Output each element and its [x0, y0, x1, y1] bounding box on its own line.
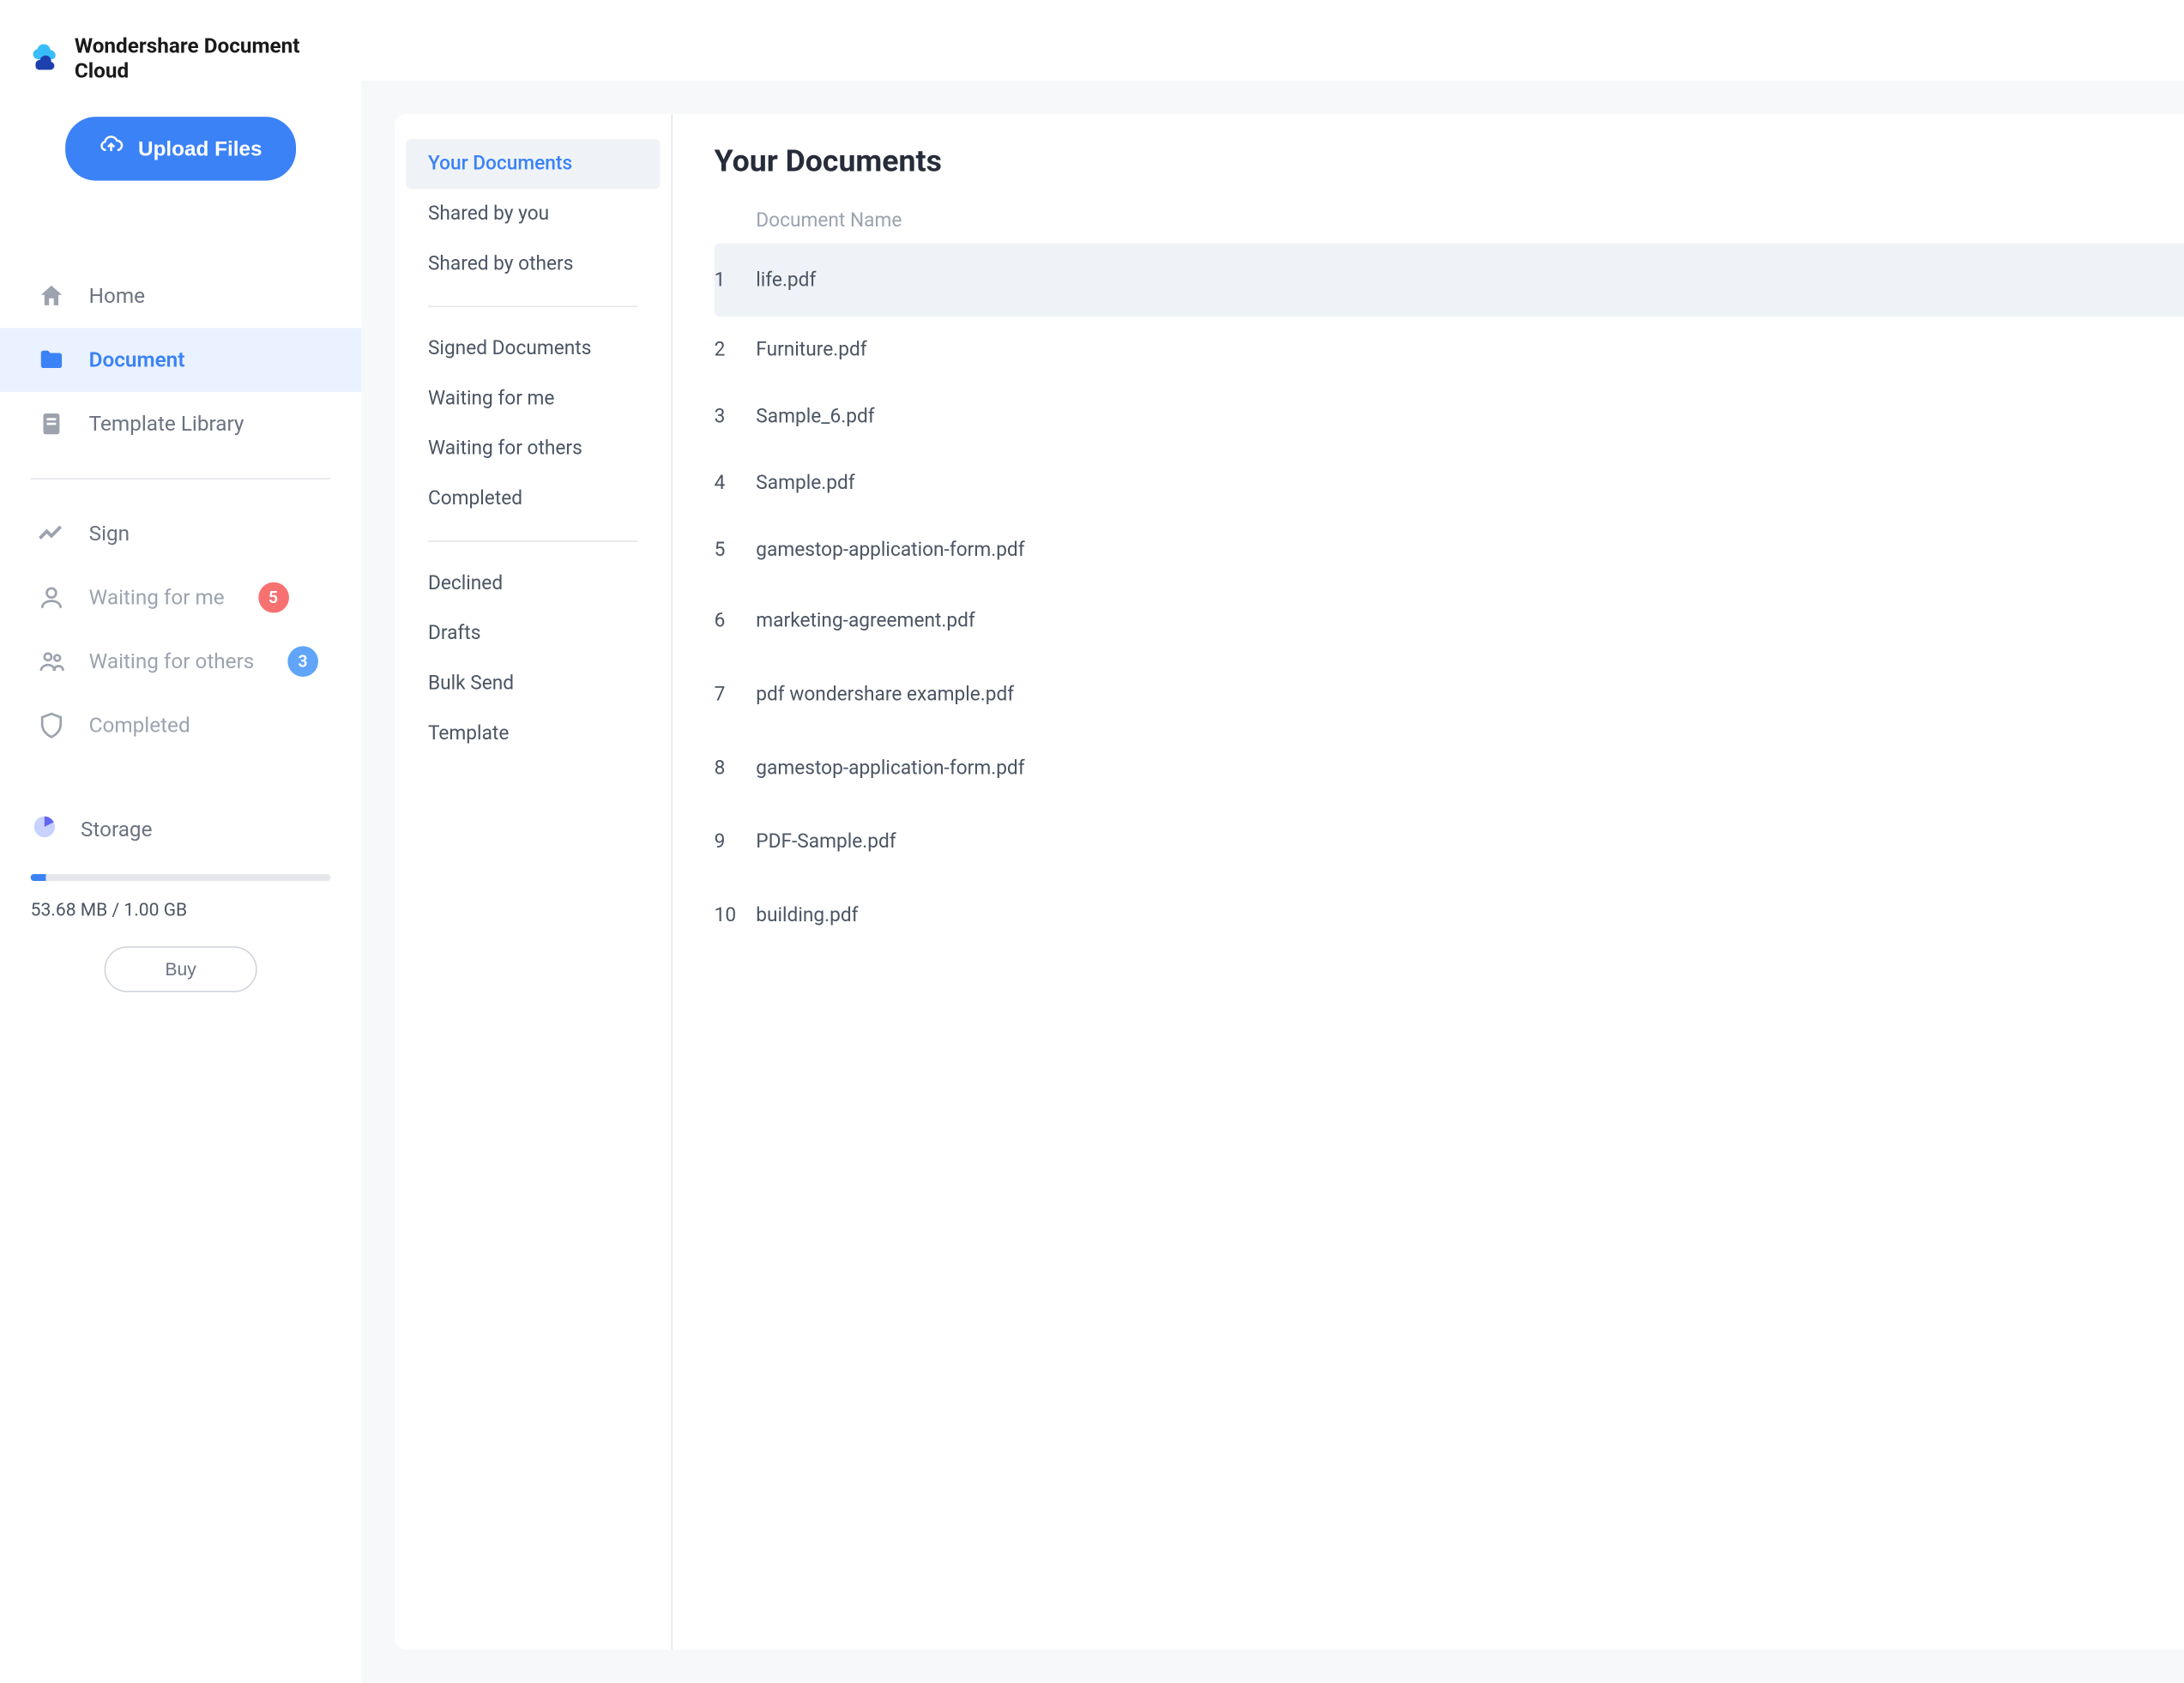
table-row[interactable]: 7pdf wondershare example.pdf2020-12-15 2… [715, 657, 2184, 731]
row-index: 5 [715, 540, 757, 562]
row-index: 4 [715, 473, 757, 495]
subnav-divider [428, 305, 638, 307]
folder-icon [36, 345, 67, 376]
row-name: pdf wondershare example.pdf [756, 683, 2184, 705]
nav-home-label: Home [89, 283, 145, 308]
topbar: Pricing ? [361, 0, 2184, 81]
table-row[interactable]: 2Furniture.pdf2021-06-23 15:10:282.63MB [715, 317, 2184, 383]
subnav-declined[interactable]: Declined [406, 558, 660, 608]
row-name: life.pdf [756, 268, 2184, 291]
template-icon [36, 408, 67, 439]
document-table: Your Documents Document Name Last Modifi… [673, 114, 2184, 1650]
table-row[interactable]: 4Sample.pdf2021-03-07 21:38:050.02MB [715, 450, 2184, 517]
row-name: marketing-agreement.pdf [756, 609, 2184, 631]
nav-waiting-others-label: Waiting for others [89, 649, 255, 674]
table-row[interactable]: 6marketing-agreement.pdf2021-01-01 00:17… [715, 583, 2184, 657]
buy-button[interactable]: Buy [105, 946, 257, 992]
row-index: 6 [715, 609, 757, 631]
table-row[interactable]: 10building.pdf2020-10-15 21:22:102.00MB•… [715, 878, 2184, 952]
nav-waiting-me-label: Waiting for me [89, 585, 225, 610]
brand-title: Wondershare Document Cloud [75, 33, 331, 83]
shield-icon [36, 710, 67, 741]
row-name: building.pdf [756, 904, 2184, 926]
nav-template-label: Template Library [89, 412, 244, 437]
storage-bar [31, 874, 331, 881]
document-subnav: Your Documents Shared by you Shared by o… [395, 114, 673, 1650]
waiting-me-badge: 5 [258, 582, 289, 613]
row-name: gamestop-application-form.pdf [756, 540, 2184, 562]
nav-home[interactable]: Home [0, 264, 361, 329]
row-index: 2 [715, 339, 757, 361]
nav-completed[interactable]: Completed [0, 693, 361, 757]
row-index: 10 [715, 904, 757, 926]
table-row[interactable]: 9PDF-Sample.pdf2020-10-20 15:03:274.73MB… [715, 805, 2184, 878]
row-index: 7 [715, 683, 757, 705]
subnav-template[interactable]: Template [406, 709, 660, 758]
row-index: 1 [715, 268, 757, 291]
row-name: PDF-Sample.pdf [756, 830, 2184, 853]
sign-icon [36, 518, 67, 549]
subnav-waiting-me[interactable]: Waiting for me [406, 374, 660, 424]
subnav-waiting-others[interactable]: Waiting for others [406, 424, 660, 474]
pager: Total 14 files, 1 pages ‹ 1 › 20 [715, 966, 2184, 1008]
table-row[interactable]: 1life.pdf2021-06-23 15:10:323.32MB••• [715, 244, 2184, 317]
subnav-shared-by-others[interactable]: Shared by others [406, 239, 660, 289]
subnav-drafts[interactable]: Drafts [406, 609, 660, 659]
brand-logo-icon [31, 42, 61, 75]
storage-section: Storage 53.68 MB / 1.00 GB Buy [0, 799, 361, 992]
table-row[interactable]: 5gamestop-application-form.pdf2021-01-01… [715, 517, 2184, 584]
waiting-others-badge: 3 [287, 646, 318, 677]
row-index: 8 [715, 757, 757, 779]
subnav-your-documents[interactable]: Your Documents [406, 139, 660, 189]
storage-label: Storage [81, 817, 153, 842]
table-row[interactable]: 3Sample_6.pdf2021-05-30 23:01:4133.39MB [715, 383, 2184, 450]
storage-icon [31, 813, 58, 847]
people-icon [36, 646, 67, 677]
nav-sign-label: Sign [89, 522, 130, 546]
subnav-divider [428, 540, 638, 542]
upload-icon [100, 134, 124, 165]
row-index: 3 [715, 406, 757, 428]
table-row[interactable]: 8gamestop-application-form.pdf2020-12-02… [715, 731, 2184, 805]
page-title: Your Documents [715, 144, 2184, 179]
col-document-name: Document Name [756, 210, 2184, 232]
subnav-signed[interactable]: Signed Documents [406, 323, 660, 373]
upload-files-button[interactable]: Upload Files [66, 117, 296, 181]
nav-sign[interactable]: Sign [0, 502, 361, 566]
nav-template[interactable]: Template Library [0, 392, 361, 456]
subnav-shared-by-you[interactable]: Shared by you [406, 189, 660, 238]
nav-completed-label: Completed [89, 713, 190, 738]
row-index: 9 [715, 830, 757, 853]
brand: Wondershare Document Cloud [0, 25, 361, 117]
nav-divider [31, 478, 331, 480]
table-header: Document Name Last Modified Size [715, 199, 2184, 244]
nav-waiting-others[interactable]: Waiting for others 3 [0, 630, 361, 694]
row-name: Furniture.pdf [756, 339, 2184, 361]
upload-label: Upload Files [138, 137, 262, 161]
home-icon [36, 280, 67, 311]
main-sidebar: Wondershare Document Cloud Upload Files … [0, 0, 361, 1683]
row-name: gamestop-application-form.pdf [756, 757, 2184, 779]
nav-document[interactable]: Document [0, 328, 361, 392]
nav-document-label: Document [89, 347, 185, 372]
subnav-completed[interactable]: Completed [406, 474, 660, 523]
row-name: Sample.pdf [756, 473, 2184, 495]
nav-waiting-me[interactable]: Waiting for me 5 [0, 565, 361, 630]
person-icon [36, 582, 67, 613]
subnav-bulk-send[interactable]: Bulk Send [406, 659, 660, 709]
storage-text: 53.68 MB / 1.00 GB [31, 901, 331, 921]
row-name: Sample_6.pdf [756, 406, 2184, 428]
